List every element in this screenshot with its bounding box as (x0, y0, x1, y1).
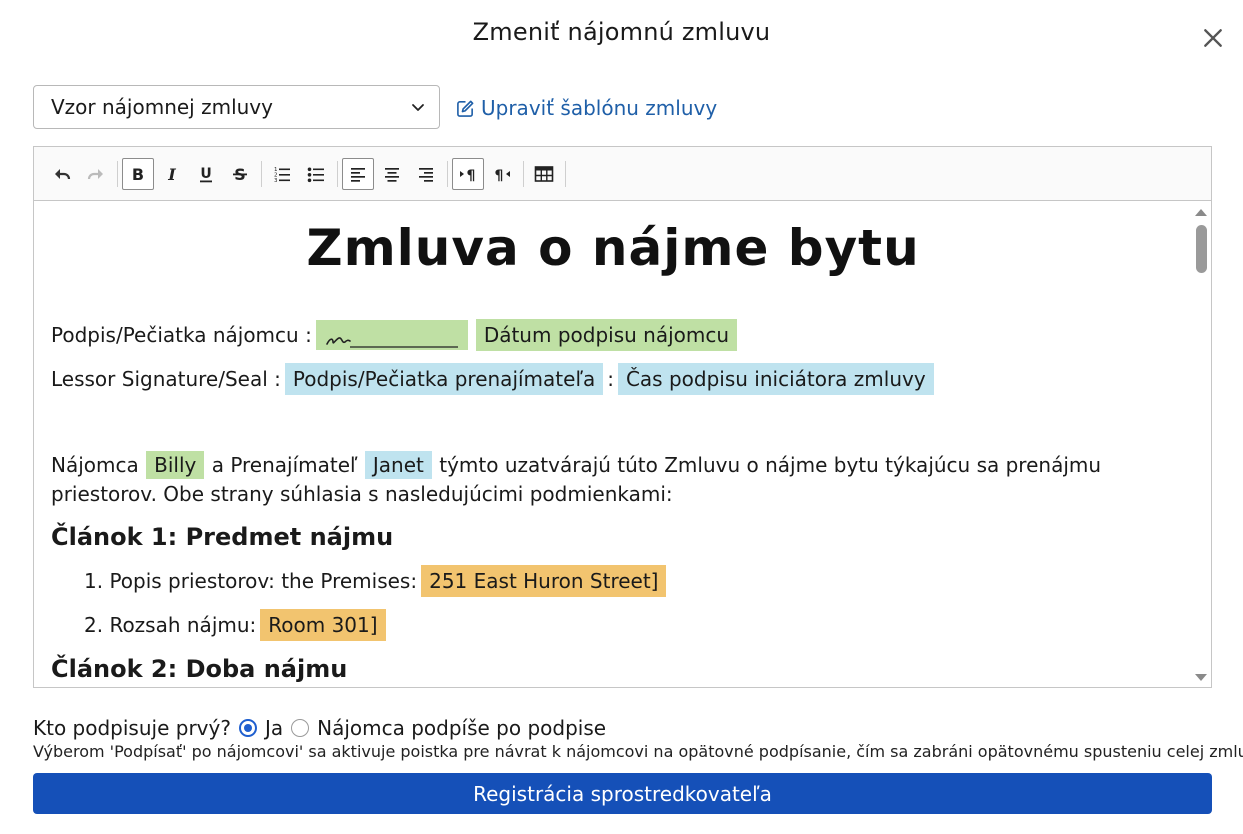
align-right-icon (419, 167, 433, 182)
strikethrough-button[interactable]: S (224, 158, 256, 190)
italic-button[interactable]: I (156, 158, 188, 190)
change-lease-dialog: Zmeniť nájomnú zmluvu Vzor nájomnej zmlu… (0, 0, 1243, 834)
scrollbar-thumb[interactable] (1196, 225, 1207, 273)
rtl-paragraph-button[interactable]: ¶ (486, 158, 518, 190)
intro-paragraph: Nájomca Billy a Prenajímateľ Janet týmto… (51, 451, 1176, 509)
list-item: 1. Popis priestorov: the Premises: 251 E… (84, 565, 670, 597)
chevron-down-icon (412, 104, 424, 111)
article-1-heading: Článok 1: Predmet nájmu (51, 523, 394, 551)
rtl-paragraph-icon: ¶ (495, 168, 510, 184)
radio-me-label[interactable]: Ja (265, 716, 283, 740)
tenant-signature-line: Podpis/Pečiatka nájomcu : Dátum podpisu … (51, 319, 741, 351)
toolbar-separator (261, 160, 262, 187)
editor-content[interactable]: Zmluva o nájme bytu Podpis/Pečiatka nájo… (34, 201, 1192, 687)
editor-toolbar: B I U S 1 2 3 ¶ ¶ (34, 147, 1211, 201)
svg-text:U: U (200, 166, 211, 182)
ltr-paragraph-icon: ¶ (460, 168, 476, 184)
redo-icon (87, 168, 103, 179)
svg-text:¶: ¶ (495, 168, 504, 184)
ordered-list-button[interactable]: 1 2 3 (266, 158, 298, 190)
table-icon (534, 165, 554, 182)
svg-text:3: 3 (274, 178, 278, 184)
align-right-button[interactable] (410, 158, 442, 190)
bold-icon: B (132, 165, 144, 184)
undo-button[interactable] (46, 158, 78, 190)
underline-icon: U (200, 166, 212, 182)
document-title: Zmluva o nájme bytu (306, 219, 920, 277)
strikethrough-icon: S (233, 165, 247, 184)
rent-scope-field[interactable]: Room 301] (260, 609, 386, 641)
tenant-name-field[interactable]: Billy (146, 451, 205, 479)
tenant-signature-field[interactable] (315, 320, 468, 350)
bold-button[interactable]: B (122, 157, 154, 190)
toolbar-separator (523, 160, 524, 187)
signing-order-hint: Výberom 'Podpísať' po nájomcovi' sa akti… (33, 742, 1243, 761)
ordered-list-icon: 1 2 3 (274, 167, 290, 184)
lessor-signature-field[interactable]: Podpis/Pečiatka prenajímateľa (284, 363, 604, 395)
rich-text-editor: B I U S 1 2 3 ¶ ¶ Zmluva o nájme bytu Po… (33, 146, 1212, 688)
svg-text:B: B (132, 165, 144, 184)
toolbar-separator (565, 160, 566, 187)
radio-tenant-after[interactable] (291, 719, 310, 737)
edit-icon (457, 100, 474, 117)
bullet-list-icon (307, 167, 324, 182)
svg-text:¶: ¶ (467, 168, 476, 184)
radio-tenant-after-label[interactable]: Nájomca podpíše po podpise (317, 716, 606, 740)
initiator-time-field[interactable]: Čas podpisu iniciátora zmluvy (617, 363, 934, 395)
intro-text-3: týmto uzatvárajú túto Zmluvu o nájme byt… (51, 453, 1102, 506)
redo-button[interactable] (80, 158, 112, 190)
signature-icon (326, 337, 458, 348)
ltr-paragraph-button[interactable]: ¶ (452, 157, 484, 190)
tenant-date-field[interactable]: Dátum podpisu nájomcu (475, 319, 738, 351)
scroll-up-icon[interactable] (1194, 207, 1208, 217)
signing-order-question: Kto podpisuje prvý? (33, 716, 231, 740)
editor-scrollbar[interactable] (1191, 201, 1211, 687)
lessor-signature-line: Lessor Signature/Seal : Podpis/Pečiatka … (51, 363, 938, 395)
lessor-name-field[interactable]: Janet (364, 451, 432, 479)
table-button[interactable] (528, 158, 560, 190)
toolbar-separator (447, 160, 448, 187)
register-agent-button[interactable]: Registrácia sprostredkovateľa (33, 773, 1212, 814)
template-select-value: Vzor nájomnej zmluvy (51, 95, 273, 119)
lessor-signature-label: Lessor Signature/Seal : (51, 367, 281, 391)
align-left-icon (351, 167, 365, 182)
list-item: 2. Rozsah nájmu: Room 301] (84, 609, 390, 641)
premises-field[interactable]: 251 East Huron Street] (421, 565, 667, 597)
scroll-down-icon[interactable] (1194, 673, 1208, 683)
align-center-button[interactable] (376, 158, 408, 190)
intro-text-1: Nájomca (51, 453, 139, 477)
toolbar-separator (117, 160, 118, 187)
article-2-heading: Článok 2: Doba nájmu (51, 655, 348, 683)
lessor-colon: : (607, 367, 614, 391)
tenant-signature-label: Podpis/Pečiatka nájomcu : (51, 323, 312, 347)
radio-me[interactable] (238, 719, 257, 737)
rent-scope-label: 2. Rozsah nájmu: (84, 613, 257, 637)
toolbar-separator (337, 160, 338, 187)
bullet-list-button[interactable] (300, 158, 332, 190)
svg-text:I: I (167, 165, 176, 184)
italic-icon: I (167, 165, 176, 184)
align-center-icon (385, 167, 399, 182)
close-icon (1204, 29, 1222, 47)
premises-label: 1. Popis priestorov: the Premises: (84, 569, 418, 593)
dialog-title: Zmeniť nájomnú zmluvu (472, 18, 771, 46)
signing-order: Kto podpisuje prvý? Ja Nájomca podpíše p… (33, 716, 606, 740)
undo-icon (55, 168, 71, 179)
template-select[interactable]: Vzor nájomnej zmluvy (33, 85, 440, 129)
close-button[interactable] (1195, 20, 1231, 56)
underline-button[interactable]: U (190, 158, 222, 190)
edit-template-label: Upraviť šablónu zmluvy (481, 96, 718, 120)
edit-template-link[interactable]: Upraviť šablónu zmluvy (456, 94, 717, 122)
intro-text-2: a Prenajímateľ (211, 453, 358, 477)
align-left-button[interactable] (342, 157, 374, 190)
